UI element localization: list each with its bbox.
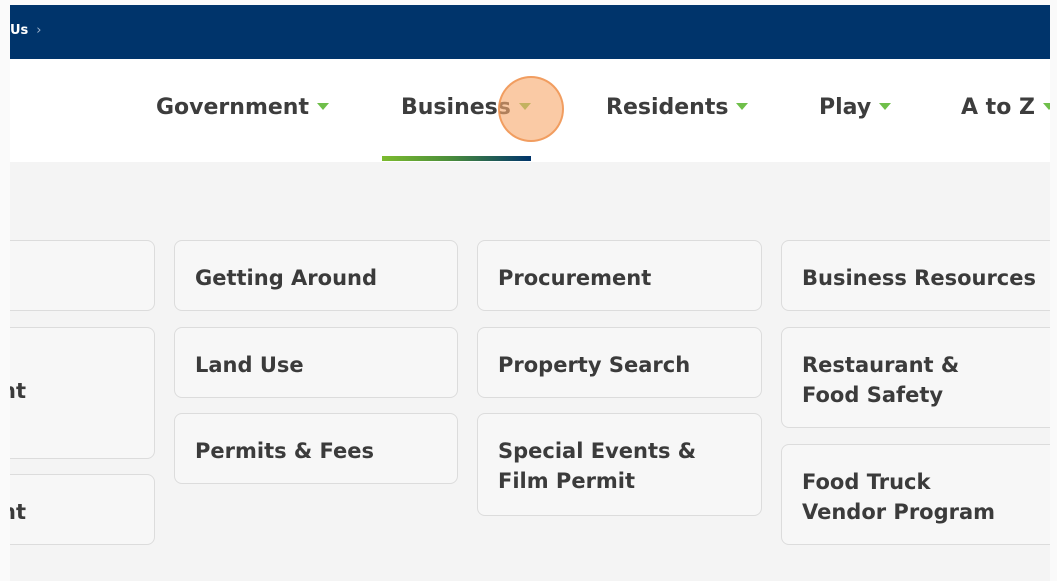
menu-card-label: nt bbox=[10, 379, 26, 403]
menu-card-special-events[interactable]: Special Events & Film Permit bbox=[477, 413, 762, 516]
menu-card-business-resources[interactable]: Business Resources bbox=[781, 240, 1050, 311]
menu-card-getting-around[interactable]: Getting Around bbox=[174, 240, 458, 311]
menu-card-label: Getting Around bbox=[195, 266, 378, 290]
caret-down-icon bbox=[736, 102, 749, 110]
nav-label: Residents bbox=[606, 95, 729, 120]
caret-down-icon bbox=[879, 102, 892, 110]
menu-card-restaurant-food-safety[interactable]: Restaurant & Food Safety bbox=[781, 327, 1050, 428]
caret-down-icon bbox=[1042, 102, 1050, 110]
menu-card-food-truck-vendor[interactable]: Food Truck Vendor Program bbox=[781, 444, 1050, 545]
menu-card-property-search[interactable]: Property Search bbox=[477, 327, 762, 398]
nav-label: Business bbox=[401, 95, 511, 120]
nav-label: A to Z bbox=[961, 95, 1035, 120]
menu-card-label: Business Resources bbox=[802, 266, 1036, 290]
nav-label: Play bbox=[819, 95, 872, 120]
menu-card-label: Permits & Fees bbox=[195, 439, 375, 463]
menu-card-land-use[interactable]: Land Use bbox=[174, 327, 458, 398]
menu-card-partial-2[interactable]: nt bbox=[10, 327, 155, 459]
breadcrumb[interactable]: Us › bbox=[10, 23, 42, 38]
click-highlight-marker bbox=[498, 76, 564, 142]
breadcrumb-item[interactable]: Us bbox=[10, 23, 28, 38]
page-frame: Us › Government Business Residents Play A… bbox=[10, 5, 1050, 581]
menu-card-partial-3[interactable]: nt bbox=[10, 474, 155, 545]
top-utility-bar: Us › bbox=[10, 5, 1050, 59]
menu-card-permits-fees[interactable]: Permits & Fees bbox=[174, 413, 458, 484]
nav-residents[interactable]: Residents bbox=[606, 95, 749, 120]
menu-card-procurement[interactable]: Procurement bbox=[477, 240, 762, 311]
menu-card-label: Special Events & Film Permit bbox=[498, 439, 697, 493]
caret-down-icon bbox=[316, 102, 329, 110]
nav-label: Government bbox=[156, 95, 309, 120]
menu-card-label: Procurement bbox=[498, 266, 652, 290]
nav-government[interactable]: Government bbox=[156, 95, 329, 120]
menu-card-partial-1[interactable] bbox=[10, 240, 155, 311]
nav-a-to-z[interactable]: A to Z bbox=[961, 95, 1050, 120]
active-tab-indicator bbox=[382, 156, 531, 161]
menu-card-label: Land Use bbox=[195, 353, 304, 377]
menu-card-label: nt bbox=[10, 500, 26, 524]
menu-card-label: Restaurant & Food Safety bbox=[802, 353, 960, 407]
chevron-right-icon: › bbox=[36, 23, 42, 38]
menu-card-label: Food Truck Vendor Program bbox=[802, 470, 996, 524]
nav-play[interactable]: Play bbox=[819, 95, 892, 120]
menu-card-label: Property Search bbox=[498, 353, 691, 377]
